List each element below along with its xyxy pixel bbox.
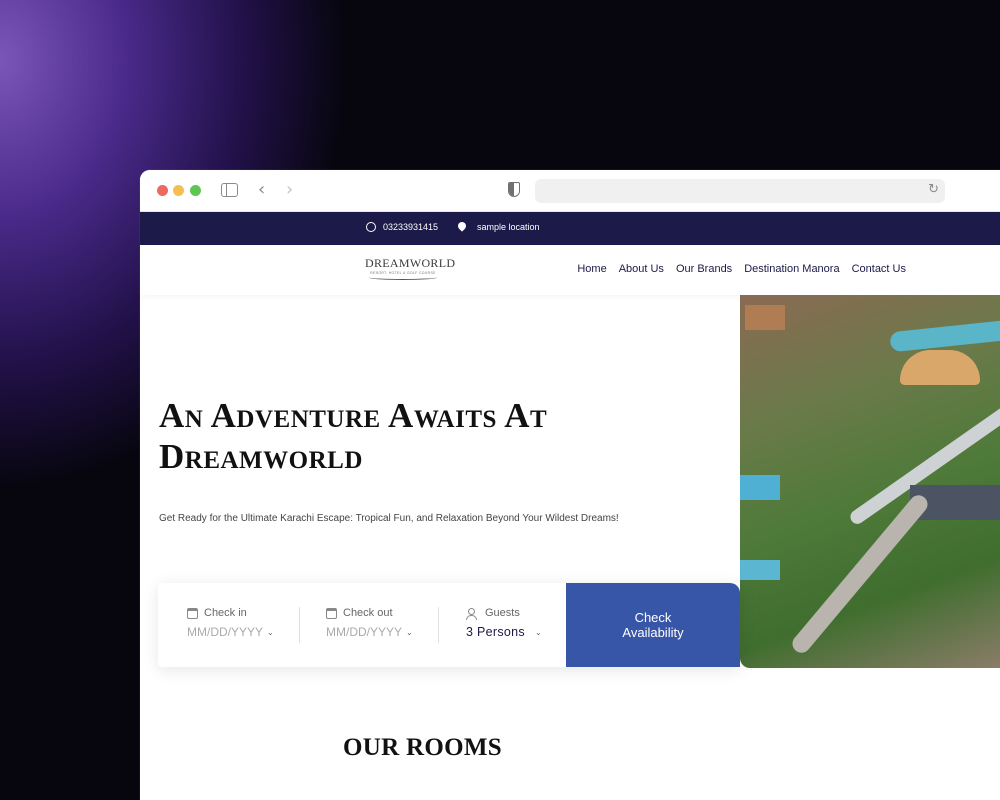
logo-name: DREAMWORLD xyxy=(365,256,456,270)
nav-our-brands[interactable]: Our Brands xyxy=(676,263,732,275)
nav-about-us[interactable]: About Us xyxy=(619,263,664,275)
calendar-icon xyxy=(187,607,198,619)
main-navigation: Home About Us Our Brands Destination Man… xyxy=(577,263,906,275)
map-pin-icon xyxy=(456,220,468,232)
browser-toolbar: ‹ › ↻ xyxy=(140,170,1000,212)
check-availability-button[interactable]: Check Availability xyxy=(566,583,740,667)
check-out-input[interactable]: MM/DD/YYYY xyxy=(326,625,402,639)
field-divider xyxy=(299,607,300,643)
field-divider xyxy=(438,607,439,643)
resort-aerial-image xyxy=(740,295,1000,668)
hero-title-line1: An Adventure Awaits At xyxy=(159,396,548,435)
calendar-icon xyxy=(326,607,337,619)
phone-contact[interactable]: 03233931415 xyxy=(366,222,438,232)
contact-topbar: 03233931415 sample location xyxy=(140,212,1000,245)
guests-field[interactable]: Guests 3 Persons ⌄ xyxy=(466,607,542,639)
reload-icon[interactable]: ↻ xyxy=(928,182,939,197)
hero-subtitle: Get Ready for the Ultimate Karachi Escap… xyxy=(159,513,619,524)
chevron-down-icon[interactable]: ⌄ xyxy=(267,628,274,637)
hero-title: An Adventure Awaits At Dreamworld xyxy=(159,395,547,477)
browser-window: ‹ › ↻ 03233931415 sample location DREAMW… xyxy=(140,170,1000,800)
guests-label: Guests xyxy=(485,607,520,619)
chevron-down-icon[interactable]: ⌄ xyxy=(535,628,542,637)
dreamworld-logo[interactable]: DREAMWORLD RESORT, HOTEL & GOLF COURSE xyxy=(365,256,456,280)
maximize-window-button[interactable] xyxy=(190,185,201,196)
forward-arrow-icon[interactable]: › xyxy=(286,180,293,200)
phone-number: 03233931415 xyxy=(383,222,439,232)
check-out-field[interactable]: Check out MM/DD/YYYY ⌄ xyxy=(326,607,413,639)
back-arrow-icon[interactable]: ‹ xyxy=(258,180,265,200)
check-out-label: Check out xyxy=(343,607,393,619)
minimize-window-button[interactable] xyxy=(173,185,184,196)
shield-icon[interactable] xyxy=(508,182,520,197)
nav-home[interactable]: Home xyxy=(577,263,606,275)
close-window-button[interactable] xyxy=(157,185,168,196)
logo-tagline: RESORT, HOTEL & GOLF COURSE xyxy=(370,271,436,275)
location-contact[interactable]: sample location xyxy=(456,220,540,232)
site-header: DREAMWORLD RESORT, HOTEL & GOLF COURSE H… xyxy=(140,245,1000,295)
location-text: sample location xyxy=(477,222,540,232)
nav-destination-manora[interactable]: Destination Manora xyxy=(744,263,839,275)
check-in-input[interactable]: MM/DD/YYYY xyxy=(187,625,263,639)
guests-select[interactable]: 3 Persons xyxy=(466,625,525,639)
our-rooms-heading: OUR ROOMS xyxy=(343,734,502,761)
user-icon xyxy=(466,607,479,620)
logo-swoosh xyxy=(369,275,437,280)
hero-title-line2: Dreamworld xyxy=(159,437,363,476)
sidebar-toggle-icon[interactable] xyxy=(221,183,238,197)
nav-contact-us[interactable]: Contact Us xyxy=(852,263,906,275)
chevron-down-icon[interactable]: ⌄ xyxy=(406,628,413,637)
check-in-field[interactable]: Check in MM/DD/YYYY ⌄ xyxy=(187,607,274,639)
whatsapp-icon xyxy=(366,222,376,232)
check-in-label: Check in xyxy=(204,607,247,619)
address-bar[interactable]: ↻ xyxy=(535,179,945,203)
check-availability-label: Check Availability xyxy=(622,610,684,640)
